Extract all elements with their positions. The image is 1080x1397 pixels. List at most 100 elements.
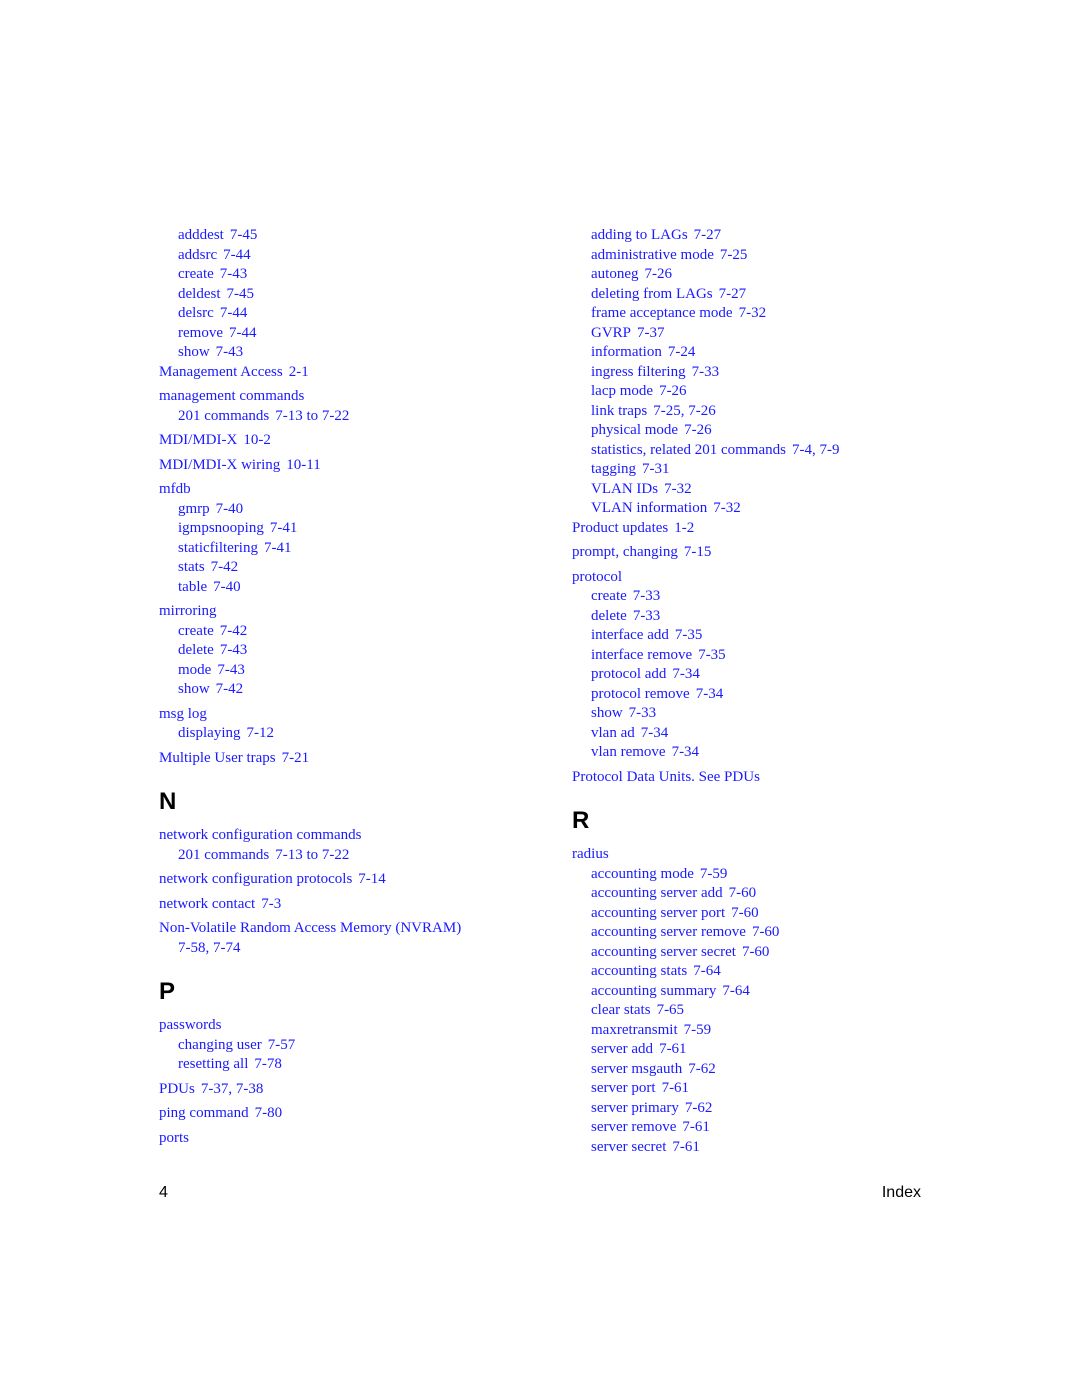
- index-subterm[interactable]: show 7-42: [159, 680, 539, 700]
- page-reference-link[interactable]: 7-32: [713, 500, 741, 516]
- index-subterm[interactable]: igmpsnooping 7-41: [159, 519, 539, 539]
- index-term[interactable]: PDUs 7-37, 7-38: [159, 1080, 539, 1100]
- page-reference-link[interactable]: 10-11: [286, 457, 320, 473]
- index-term[interactable]: network configuration protocols 7-14: [159, 870, 539, 890]
- index-subterm[interactable]: statistics, related 201 commands 7-4, 7-9: [572, 441, 932, 461]
- index-subterm[interactable]: maxretransmit 7-59: [572, 1021, 932, 1041]
- index-subterm[interactable]: remove 7-44: [159, 324, 539, 344]
- index-subterm[interactable]: interface add 7-35: [572, 626, 932, 646]
- page-reference-link[interactable]: 7-43: [216, 344, 244, 360]
- page-reference-link[interactable]: 7-13 to 7-22: [275, 847, 349, 863]
- index-term[interactable]: Protocol Data Units. See PDUs: [572, 768, 932, 788]
- page-reference-link[interactable]: 7-3: [261, 896, 281, 912]
- page-reference-link[interactable]: 7-44: [220, 305, 248, 321]
- page-reference-link[interactable]: 7-60: [742, 944, 770, 960]
- page-reference-link[interactable]: 7-43: [220, 642, 248, 658]
- page-reference-link[interactable]: 7-42: [216, 681, 244, 697]
- index-subterm[interactable]: server msgauth 7-62: [572, 1060, 932, 1080]
- index-subterm[interactable]: show 7-33: [572, 704, 932, 724]
- page-reference-link[interactable]: 7-34: [672, 744, 700, 760]
- page-reference-link[interactable]: 7-33: [633, 588, 661, 604]
- page-reference-link[interactable]: 7-33: [629, 705, 657, 721]
- page-reference-link[interactable]: 7-35: [675, 627, 703, 643]
- index-subterm[interactable]: accounting server remove 7-60: [572, 923, 932, 943]
- page-reference-link[interactable]: 7-27: [694, 227, 722, 243]
- index-term[interactable]: Management Access 2-1: [159, 363, 539, 383]
- index-subterm[interactable]: delete 7-33: [572, 607, 932, 627]
- index-subterm[interactable]: changing user 7-57: [159, 1036, 539, 1056]
- index-subterm[interactable]: mode 7-43: [159, 661, 539, 681]
- index-subterm[interactable]: information 7-24: [572, 343, 932, 363]
- page-reference-link[interactable]: 2-1: [289, 364, 309, 380]
- index-term[interactable]: management commands: [159, 387, 539, 407]
- index-subterm[interactable]: delsrc 7-44: [159, 304, 539, 324]
- page-reference-link[interactable]: 7-32: [664, 481, 692, 497]
- index-subterm[interactable]: server remove 7-61: [572, 1118, 932, 1138]
- index-subterm[interactable]: tagging 7-31: [572, 460, 932, 480]
- page-reference-link[interactable]: 7-80: [255, 1105, 283, 1121]
- page-reference-link[interactable]: 7-13 to 7-22: [275, 408, 349, 424]
- index-subterm[interactable]: accounting server secret 7-60: [572, 943, 932, 963]
- index-term[interactable]: mirroring: [159, 602, 539, 622]
- index-term[interactable]: ping command 7-80: [159, 1104, 539, 1124]
- index-subterm[interactable]: displaying 7-12: [159, 724, 539, 744]
- index-subterm[interactable]: GVRP 7-37: [572, 324, 932, 344]
- index-subterm[interactable]: deldest 7-45: [159, 285, 539, 305]
- page-reference-link[interactable]: 7-14: [358, 871, 386, 887]
- page-reference-link[interactable]: 7-12: [247, 725, 275, 741]
- index-subterm[interactable]: 201 commands 7-13 to 7-22: [159, 407, 539, 427]
- index-subterm[interactable]: create 7-42: [159, 622, 539, 642]
- index-term[interactable]: MDI/MDI-X 10-2: [159, 431, 539, 451]
- index-term[interactable]: MDI/MDI-X wiring 10-11: [159, 456, 539, 476]
- page-reference-link[interactable]: 7-41: [270, 520, 298, 536]
- index-subterm[interactable]: lacp mode 7-26: [572, 382, 932, 402]
- index-subterm[interactable]: physical mode 7-26: [572, 421, 932, 441]
- page-reference-link[interactable]: 7-34: [696, 686, 724, 702]
- page-reference-link[interactable]: 1-2: [674, 520, 694, 536]
- page-reference-link[interactable]: 7-34: [672, 666, 700, 682]
- page-reference-link[interactable]: 7-57: [268, 1037, 296, 1053]
- index-subterm[interactable]: vlan remove 7-34: [572, 743, 932, 763]
- page-reference-link[interactable]: 7-42: [211, 559, 239, 575]
- page-reference-link[interactable]: 7-34: [641, 725, 669, 741]
- index-term[interactable]: Multiple User traps 7-21: [159, 749, 539, 769]
- page-reference-link[interactable]: 7-61: [672, 1139, 700, 1155]
- page-reference-link[interactable]: 7-62: [688, 1061, 716, 1077]
- index-subterm[interactable]: accounting mode 7-59: [572, 865, 932, 885]
- index-subterm[interactable]: addsrc 7-44: [159, 246, 539, 266]
- page-reference-link[interactable]: 7-61: [659, 1041, 687, 1057]
- index-subterm[interactable]: table 7-40: [159, 578, 539, 598]
- index-subterm[interactable]: vlan ad 7-34: [572, 724, 932, 744]
- index-term[interactable]: msg log: [159, 705, 539, 725]
- page-reference-link[interactable]: 7-45: [227, 286, 255, 302]
- page-reference-link[interactable]: 7-33: [692, 364, 720, 380]
- index-subterm[interactable]: accounting stats 7-64: [572, 962, 932, 982]
- index-term[interactable]: mfdb: [159, 480, 539, 500]
- page-reference-link[interactable]: 7-32: [739, 305, 767, 321]
- page-reference-link[interactable]: 7-26: [644, 266, 672, 282]
- index-subterm[interactable]: protocol remove 7-34: [572, 685, 932, 705]
- index-subterm[interactable]: link traps 7-25, 7-26: [572, 402, 932, 422]
- page-reference-link[interactable]: 7-31: [642, 461, 670, 477]
- page-reference-link[interactable]: 7-44: [223, 247, 251, 263]
- index-subterm[interactable]: protocol add 7-34: [572, 665, 932, 685]
- index-subterm[interactable]: administrative mode 7-25: [572, 246, 932, 266]
- page-reference-link[interactable]: 7-37: [637, 325, 665, 341]
- index-subterm[interactable]: deleting from LAGs 7-27: [572, 285, 932, 305]
- page-reference-link[interactable]: 7-65: [657, 1002, 685, 1018]
- page-reference-link[interactable]: 7-44: [229, 325, 257, 341]
- index-subterm[interactable]: adddest 7-45: [159, 226, 539, 246]
- index-term[interactable]: network configuration commands: [159, 826, 539, 846]
- page-reference-link[interactable]: 10-2: [243, 432, 271, 448]
- index-subterm[interactable]: stats 7-42: [159, 558, 539, 578]
- index-subterm[interactable]: accounting server add 7-60: [572, 884, 932, 904]
- index-subterm[interactable]: delete 7-43: [159, 641, 539, 661]
- index-subterm[interactable]: staticfiltering 7-41: [159, 539, 539, 559]
- page-reference-link[interactable]: 7-61: [662, 1080, 690, 1096]
- page-reference-link[interactable]: 7-26: [684, 422, 712, 438]
- page-reference-link[interactable]: 7-61: [682, 1119, 710, 1135]
- page-reference-link[interactable]: 7-24: [668, 344, 696, 360]
- index-term[interactable]: radius: [572, 845, 932, 865]
- page-reference-link[interactable]: 7-59: [700, 866, 728, 882]
- page-reference-link[interactable]: 7-60: [731, 905, 759, 921]
